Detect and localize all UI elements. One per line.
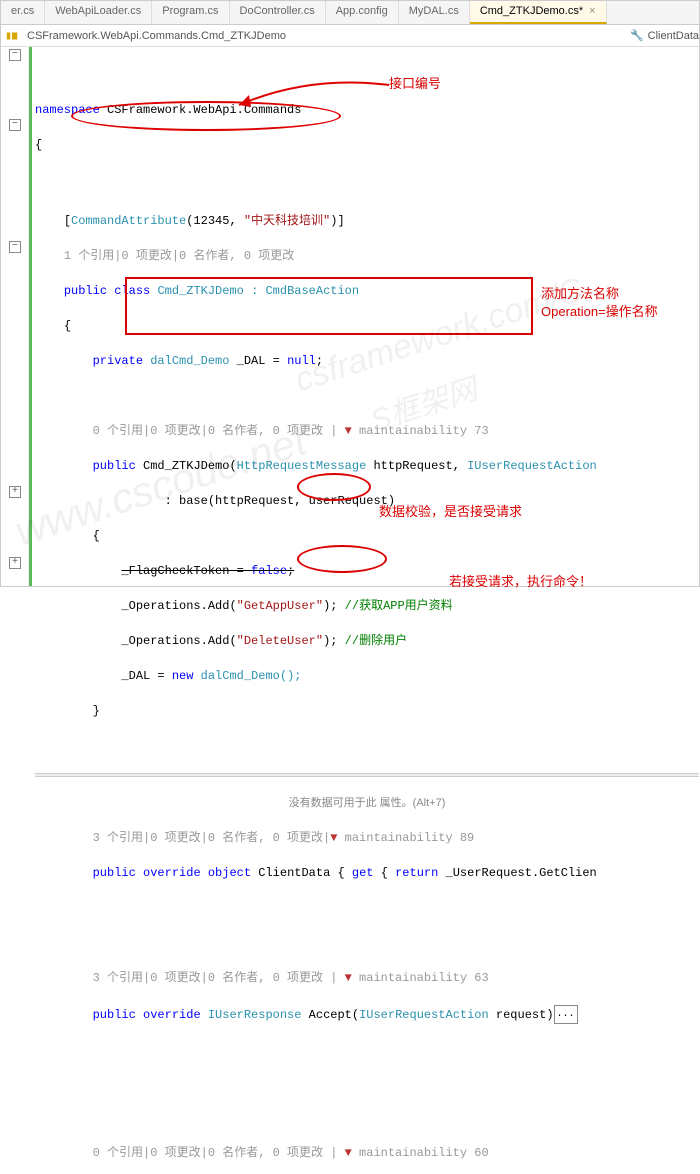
annotation-operation-eq: Operation=操作名称 [541, 303, 658, 321]
editor: − − − + + namespace CSFramework.WebApi.C… [1, 47, 699, 586]
tab-bar: er.cs WebApiLoader.cs Program.cs DoContr… [1, 1, 699, 25]
collapsed-body[interactable]: ... [554, 1005, 578, 1025]
watermark: www.cscode.net [14, 431, 308, 541]
codelens[interactable]: 1 个引用|0 项更改|0 名作者, 0 项更改 [64, 249, 294, 263]
tab-mydal[interactable]: MyDAL.cs [399, 1, 470, 24]
breadcrumb: CSFramework.WebApi.Commands.Cmd_ZTKJDemo… [1, 25, 699, 47]
close-icon[interactable]: × [589, 5, 595, 17]
namespace-icon [5, 29, 19, 43]
fold-marker[interactable]: − [9, 119, 21, 131]
tab-er[interactable]: er.cs [1, 1, 45, 24]
annotation-exec: 若接受请求，执行命令！ [449, 573, 592, 591]
code-area[interactable]: namespace CSFramework.WebApi.Commands { … [29, 47, 699, 586]
codelens[interactable]: 0 个引用|0 项更改|0 名作者, 0 项更改 | [93, 1146, 345, 1160]
tab-cmd-ztkjdemo[interactable]: Cmd_ZTKJDemo.cs*× [470, 1, 607, 24]
maintainability-badge[interactable]: ▼ [345, 424, 359, 438]
wrench-icon: 🔧 [630, 29, 644, 42]
divider [35, 773, 699, 777]
tab-webapiloader[interactable]: WebApiLoader.cs [45, 1, 152, 24]
no-data-tip: 没有数据可用于此 属性。(Alt+7) [35, 795, 699, 813]
tab-program[interactable]: Program.cs [152, 1, 229, 24]
annotation-add-method: 添加方法名称 [541, 285, 619, 303]
fold-marker[interactable]: + [9, 557, 21, 569]
annotation-interface-no: 接口编号 [389, 75, 441, 93]
maintainability-badge[interactable]: ▼ [345, 971, 359, 985]
codelens[interactable]: 3 个引用|0 项更改|0 名作者, 0 项更改 | [93, 971, 345, 985]
codelens[interactable]: 3 个引用|0 项更改|0 名作者, 0 项更改| [93, 831, 331, 845]
fold-marker[interactable]: + [9, 486, 21, 498]
codelens[interactable]: 0 个引用|0 项更改|0 名作者, 0 项更改 | [93, 424, 345, 438]
annotation-validate: 数据校验，是否接受请求 [379, 503, 522, 521]
fold-marker[interactable]: − [9, 241, 21, 253]
tab-appconfig[interactable]: App.config [326, 1, 399, 24]
gutter: − − − + + [1, 47, 29, 586]
change-bar [29, 47, 32, 586]
tab-docontroller[interactable]: DoController.cs [230, 1, 326, 24]
fold-marker[interactable]: − [9, 49, 21, 61]
breadcrumb-member[interactable]: 🔧 ClientData [630, 29, 699, 42]
breadcrumb-namespace[interactable]: CSFramework.WebApi.Commands.Cmd_ZTKJDemo [23, 30, 290, 42]
maintainability-badge[interactable]: ▼ [330, 831, 344, 845]
maintainability-badge[interactable]: ▼ [345, 1146, 359, 1160]
